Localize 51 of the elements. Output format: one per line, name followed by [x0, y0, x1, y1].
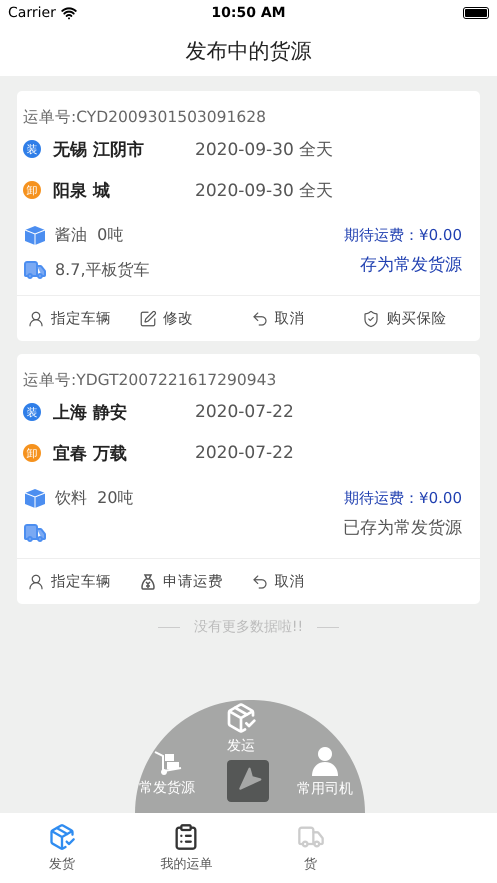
place-name: 无锡 江阴市: [53, 138, 145, 160]
stop-badge: 卸: [23, 444, 41, 462]
stop-date: 2020-09-30 全天: [195, 180, 334, 202]
action-button[interactable]: 取消: [248, 572, 360, 591]
driver-icon: [309, 745, 341, 777]
cargo-text: 饮料 20吨: [55, 488, 134, 508]
tab-item[interactable]: 发货: [0, 813, 124, 883]
place-name: 阳泉 城: [53, 180, 111, 202]
edit-icon: [138, 310, 157, 328]
place-name: 宜春 万载: [53, 442, 128, 464]
cargo-text: 酱油 0吨: [55, 224, 124, 246]
box-icon: [23, 223, 47, 247]
freight-text: 期待运费：¥0.00: [343, 488, 462, 508]
package-icon: [48, 823, 76, 851]
action-button[interactable]: 购买保险: [360, 309, 472, 328]
stop-date: 2020-07-22: [195, 402, 294, 422]
package-icon: [225, 702, 257, 734]
undo-icon: [250, 572, 268, 590]
carrier-name: Carrier: [8, 4, 56, 20]
battery-icon: [463, 6, 489, 18]
tab-item[interactable]: 货: [248, 813, 373, 883]
send-button[interactable]: [227, 760, 269, 802]
person-icon: [27, 572, 45, 590]
undo-icon: [250, 310, 268, 328]
vehicle-text: 8.7,平板货车: [55, 260, 150, 280]
box-icon: [23, 486, 47, 510]
action-button[interactable]: 取消: [248, 309, 360, 328]
saved-status: 已存为常发货源: [343, 517, 462, 539]
stop-badge: 装: [23, 403, 41, 421]
money-bag-icon: [138, 572, 157, 590]
truck-icon: [23, 258, 47, 282]
waybill-number: 运单号:CYD2009301503091628: [23, 107, 267, 128]
action-button[interactable]: 指定车辆: [25, 572, 137, 591]
stop-badge: 装: [23, 140, 41, 158]
action-button[interactable]: 修改: [136, 309, 248, 328]
save-link[interactable]: 存为常发货源: [344, 253, 462, 276]
clock-time: 10:50 AM: [211, 4, 286, 20]
truck-icon: [23, 521, 47, 545]
waybill-number: 运单号:YDGT2007221617290943: [23, 370, 278, 391]
action-button[interactable]: 申请运费: [136, 572, 248, 591]
shield-icon: [362, 310, 380, 328]
wifi-icon: [60, 4, 77, 20]
action-button[interactable]: 指定车辆: [25, 309, 137, 328]
page-title: 发布中的货源: [184, 38, 312, 64]
tab-item[interactable]: 我的运单: [124, 813, 248, 883]
stop-badge: 卸: [23, 181, 41, 199]
freight-text: 期待运费：¥0.00: [344, 225, 462, 245]
stop-date: 2020-07-22: [195, 443, 294, 463]
stop-date: 2020-09-30 全天: [195, 138, 334, 160]
person-icon: [27, 310, 45, 328]
place-name: 上海 静安: [53, 402, 128, 424]
